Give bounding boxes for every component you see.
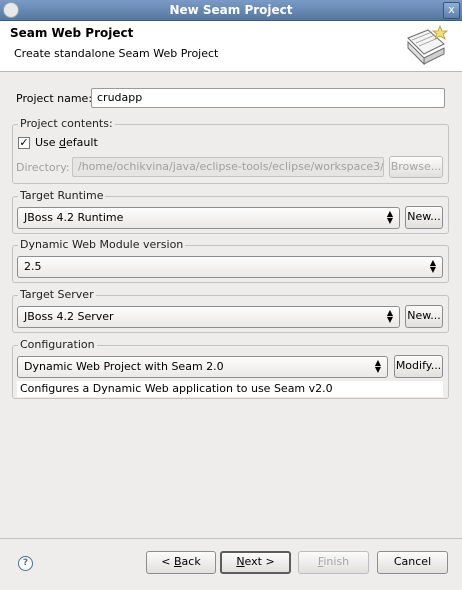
next-button[interactable]: Next >	[220, 551, 291, 574]
browse-button[interactable]: Browse...	[389, 156, 443, 178]
target-server-group-label: Target Server	[18, 288, 96, 301]
footer-divider	[0, 538, 462, 539]
use-default-checkbox[interactable]: ✓	[18, 137, 30, 149]
configuration-description: Configures a Dynamic Web application to …	[17, 381, 443, 397]
dynamic-web-module-selected: 2.5	[24, 260, 42, 273]
modify-configuration-button[interactable]: Modify...	[394, 355, 443, 378]
finish-button[interactable]: Finish	[298, 551, 369, 574]
project-name-input[interactable]: crudapp	[91, 88, 445, 108]
target-runtime-selected: JBoss 4.2 Runtime	[24, 211, 124, 224]
project-name-label: Project name:	[16, 92, 93, 105]
window-titlebar: New Seam Project x	[0, 0, 462, 21]
configuration-select[interactable]: Dynamic Web Project with Seam 2.0 ▲ ▼	[17, 356, 388, 378]
window-title: New Seam Project	[169, 3, 293, 17]
dynamic-web-module-select[interactable]: 2.5 ▲ ▼	[17, 256, 443, 278]
back-button[interactable]: < Back	[146, 551, 216, 574]
cancel-button[interactable]: Cancel	[377, 551, 448, 574]
wizard-header: Seam Web Project Create standalone Seam …	[0, 21, 462, 72]
help-icon[interactable]: ?	[18, 556, 33, 571]
seam-project-icon	[407, 24, 449, 66]
target-server-selected: JBoss 4.2 Server	[24, 310, 114, 323]
new-server-button[interactable]: New...	[405, 305, 443, 328]
wizard-title: Seam Web Project	[10, 26, 134, 40]
updown-arrows-icon: ▲ ▼	[429, 258, 437, 274]
use-default-label: Use default	[35, 136, 98, 149]
configuration-group-label: Configuration	[18, 338, 97, 351]
updown-arrows-icon: ▲ ▼	[374, 358, 382, 374]
directory-input[interactable]: /home/ochikvina/java/eclipse-tools/eclip…	[72, 157, 384, 177]
target-server-select[interactable]: JBoss 4.2 Server ▲ ▼	[17, 306, 400, 328]
close-window-button[interactable]: x	[443, 2, 460, 19]
updown-arrows-icon: ▲ ▼	[386, 209, 394, 225]
dynamic-web-module-group-label: Dynamic Web Module version	[18, 238, 186, 251]
configuration-selected: Dynamic Web Project with Seam 2.0	[24, 360, 224, 373]
new-runtime-button[interactable]: New...	[405, 206, 443, 229]
target-runtime-select[interactable]: JBoss 4.2 Runtime ▲ ▼	[17, 207, 400, 229]
target-runtime-group-label: Target Runtime	[18, 189, 106, 202]
wizard-subtitle: Create standalone Seam Web Project	[14, 47, 219, 60]
directory-label: Directory:	[16, 161, 70, 174]
project-contents-group-label: Project contents:	[18, 117, 115, 130]
updown-arrows-icon: ▲ ▼	[386, 308, 394, 324]
